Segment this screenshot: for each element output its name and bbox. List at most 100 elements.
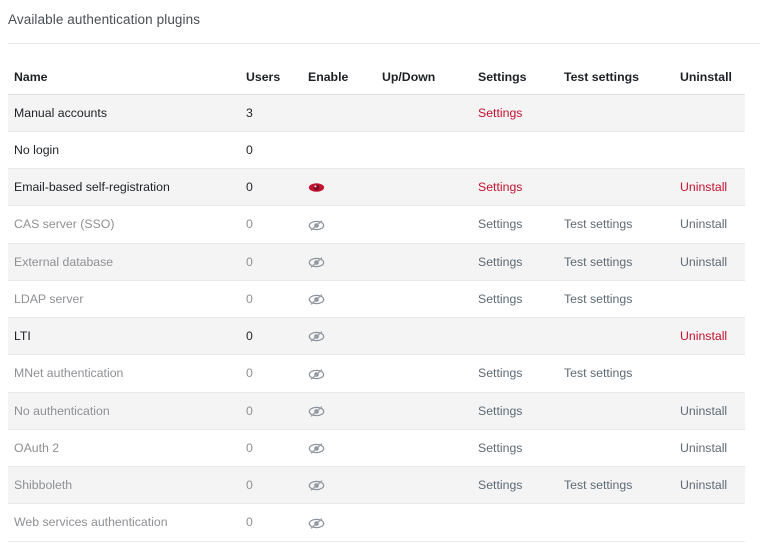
- cell-uninstall[interactable]: Uninstall: [674, 168, 745, 207]
- cell-settings[interactable]: Settings: [472, 205, 558, 244]
- settings-link[interactable]: Settings: [478, 255, 522, 269]
- test-settings-link[interactable]: Test settings: [564, 478, 632, 492]
- plugin-name-label: Shibboleth: [14, 478, 73, 493]
- cell-enable-toggle[interactable]: [302, 503, 376, 542]
- uninstall-link[interactable]: Uninstall: [680, 180, 727, 194]
- column-header-name: Name: [8, 62, 240, 95]
- plugin-name-label: Web services authentication: [14, 515, 168, 530]
- cell-user-count: 0: [240, 205, 302, 244]
- test-settings-link[interactable]: Test settings: [564, 217, 632, 231]
- test-settings-link[interactable]: Test settings: [564, 255, 632, 269]
- settings-link[interactable]: Settings: [478, 404, 522, 418]
- uninstall-link[interactable]: Uninstall: [680, 441, 727, 455]
- plugin-name-label: Email-based self-registration: [14, 180, 170, 195]
- eye-slash-hidden-icon: [308, 256, 325, 269]
- cell-user-count: 3: [240, 94, 302, 132]
- settings-link[interactable]: Settings: [478, 106, 522, 120]
- cell-settings: [472, 131, 558, 169]
- uninstall-link[interactable]: Uninstall: [680, 217, 727, 231]
- uninstall-link[interactable]: Uninstall: [680, 404, 727, 418]
- cell-user-count: 0: [240, 354, 302, 393]
- cell-uninstall[interactable]: Uninstall: [674, 466, 745, 505]
- cell-test-settings[interactable]: Test settings: [558, 354, 674, 393]
- cell-enable-toggle[interactable]: [302, 354, 376, 393]
- cell-settings[interactable]: Settings: [472, 429, 558, 468]
- page-title: Available authentication plugins: [8, 12, 201, 27]
- cell-enable-toggle[interactable]: [302, 392, 376, 430]
- cell-uninstall: [674, 354, 745, 393]
- cell-up-down: [376, 131, 472, 169]
- plugin-name-label: Manual accounts: [14, 106, 107, 120]
- cell-settings[interactable]: Settings: [472, 280, 558, 319]
- cell-test-settings[interactable]: Test settings: [558, 243, 674, 281]
- settings-link[interactable]: Settings: [478, 478, 522, 492]
- cell-up-down: [376, 280, 472, 319]
- cell-enable-toggle[interactable]: [302, 429, 376, 468]
- plugin-name-label: MNet authentication: [14, 366, 124, 381]
- plugin-name-label: External database: [14, 254, 114, 269]
- cell-test-settings[interactable]: Test settings: [558, 466, 674, 505]
- cell-up-down: [376, 354, 472, 393]
- uninstall-link[interactable]: Uninstall: [680, 255, 727, 269]
- plugin-name-label: OAuth 2: [14, 440, 60, 455]
- cell-enable-toggle[interactable]: [302, 168, 376, 207]
- plugins-table-container: Name Users Enable Up/Down Settings Test …: [8, 62, 760, 542]
- user-count-value: 0: [246, 403, 253, 418]
- cell-up-down: [376, 317, 472, 356]
- cell-enable-toggle[interactable]: [302, 466, 376, 505]
- table-row: Manual accounts 3 Settings: [8, 94, 745, 132]
- cell-plugin-name: Email-based self-registration: [8, 168, 240, 207]
- column-header-users: Users: [240, 62, 302, 95]
- cell-test-settings: [558, 317, 674, 356]
- settings-link[interactable]: Settings: [478, 441, 522, 455]
- cell-enable-toggle: [302, 94, 376, 132]
- cell-uninstall[interactable]: Uninstall: [674, 205, 745, 244]
- table-row: External database 0 Settings Test settings U…: [8, 243, 745, 281]
- settings-link[interactable]: Settings: [478, 217, 522, 231]
- eye-visible-icon: [308, 181, 325, 194]
- cell-settings[interactable]: Settings: [472, 466, 558, 505]
- cell-test-settings: [558, 168, 674, 207]
- user-count-value: 3: [246, 106, 253, 120]
- settings-link[interactable]: Settings: [478, 292, 522, 306]
- cell-enable-toggle[interactable]: [302, 280, 376, 319]
- cell-user-count: 0: [240, 392, 302, 430]
- cell-settings[interactable]: Settings: [472, 354, 558, 393]
- auth-plugins-page: Available authentication plugins Name Us…: [0, 0, 768, 545]
- cell-settings[interactable]: Settings: [472, 94, 558, 132]
- cell-enable-toggle[interactable]: [302, 243, 376, 281]
- settings-link[interactable]: Settings: [478, 180, 522, 194]
- plugin-name-label: No authentication: [14, 403, 110, 418]
- cell-test-settings: [558, 392, 674, 430]
- cell-test-settings: [558, 503, 674, 542]
- cell-settings[interactable]: Settings: [472, 392, 558, 430]
- cell-enable-toggle[interactable]: [302, 317, 376, 356]
- settings-link[interactable]: Settings: [478, 366, 522, 380]
- test-settings-link[interactable]: Test settings: [564, 292, 632, 306]
- cell-test-settings[interactable]: Test settings: [558, 280, 674, 319]
- uninstall-link[interactable]: Uninstall: [680, 329, 727, 343]
- table-row: Web services authentication 0: [8, 503, 745, 542]
- table-row: No login 0: [8, 131, 745, 169]
- cell-uninstall[interactable]: Uninstall: [674, 392, 745, 430]
- plugin-name-label: LTI: [14, 329, 31, 344]
- eye-slash-hidden-icon: [308, 479, 325, 492]
- plugin-name-label: No login: [14, 143, 60, 157]
- cell-uninstall: [674, 503, 745, 542]
- cell-plugin-name: No authentication: [8, 392, 240, 430]
- cell-settings[interactable]: Settings: [472, 168, 558, 207]
- cell-uninstall[interactable]: Uninstall: [674, 243, 745, 281]
- cell-uninstall: [674, 280, 745, 319]
- cell-uninstall[interactable]: Uninstall: [674, 429, 745, 468]
- user-count-value: 0: [246, 440, 253, 455]
- test-settings-link[interactable]: Test settings: [564, 366, 632, 380]
- cell-test-settings[interactable]: Test settings: [558, 205, 674, 244]
- cell-settings[interactable]: Settings: [472, 243, 558, 281]
- eye-slash-hidden-icon: [308, 293, 325, 306]
- user-count-value: 0: [246, 217, 253, 232]
- table-row: LTI 0 Uninstall: [8, 317, 745, 356]
- uninstall-link[interactable]: Uninstall: [680, 478, 727, 492]
- cell-enable-toggle[interactable]: [302, 205, 376, 244]
- cell-uninstall: [674, 131, 745, 169]
- cell-uninstall[interactable]: Uninstall: [674, 317, 745, 356]
